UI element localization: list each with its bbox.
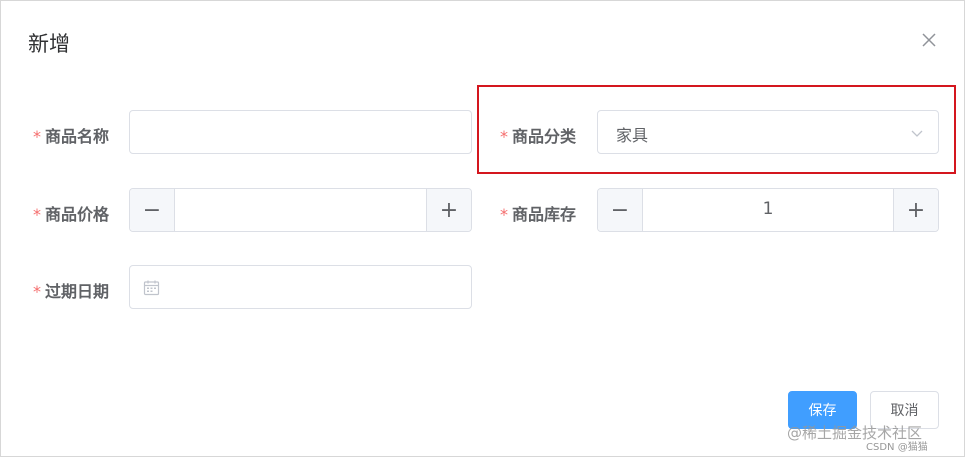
dialog: 新增 * 商品名称 * 商品分类 家具 * 商品价格 − + * 商品库存 − 1 +	[0, 0, 965, 457]
stock-increase-button[interactable]: +	[893, 189, 938, 231]
required-mark: *	[33, 282, 41, 301]
required-mark: *	[33, 127, 41, 146]
expire-date-label: * 过期日期	[33, 278, 109, 302]
product-category-value: 家具	[616, 126, 649, 145]
required-mark: *	[500, 205, 508, 224]
dialog-title: 新增	[28, 32, 70, 56]
close-icon[interactable]	[919, 30, 939, 50]
chevron-down-icon	[911, 130, 923, 137]
product-name-input[interactable]	[129, 110, 472, 154]
product-name-label-text: 商品名称	[45, 127, 110, 146]
product-category-label-text: 商品分类	[512, 127, 577, 146]
product-stock-stepper[interactable]: − 1 +	[597, 188, 939, 232]
product-stock-label: * 商品库存	[500, 201, 576, 225]
product-stock-value: 1	[762, 199, 774, 219]
price-increase-button[interactable]: +	[426, 189, 471, 231]
product-category-label: * 商品分类	[500, 123, 576, 147]
required-mark: *	[33, 205, 41, 224]
price-decrease-button[interactable]: −	[130, 189, 175, 231]
expire-date-picker[interactable]	[129, 265, 472, 309]
watermark-sub: CSDN @猫猫	[866, 442, 928, 453]
product-category-select[interactable]: 家具	[597, 110, 939, 154]
product-price-stepper[interactable]: − +	[129, 188, 472, 232]
product-price-label: * 商品价格	[33, 201, 109, 225]
stock-decrease-button[interactable]: −	[598, 189, 643, 231]
expire-date-label-text: 过期日期	[45, 282, 110, 301]
product-price-label-text: 商品价格	[45, 205, 110, 224]
product-name-label: * 商品名称	[33, 123, 109, 147]
product-stock-label-text: 商品库存	[512, 205, 577, 224]
calendar-icon	[143, 280, 160, 296]
required-mark: *	[500, 127, 508, 146]
